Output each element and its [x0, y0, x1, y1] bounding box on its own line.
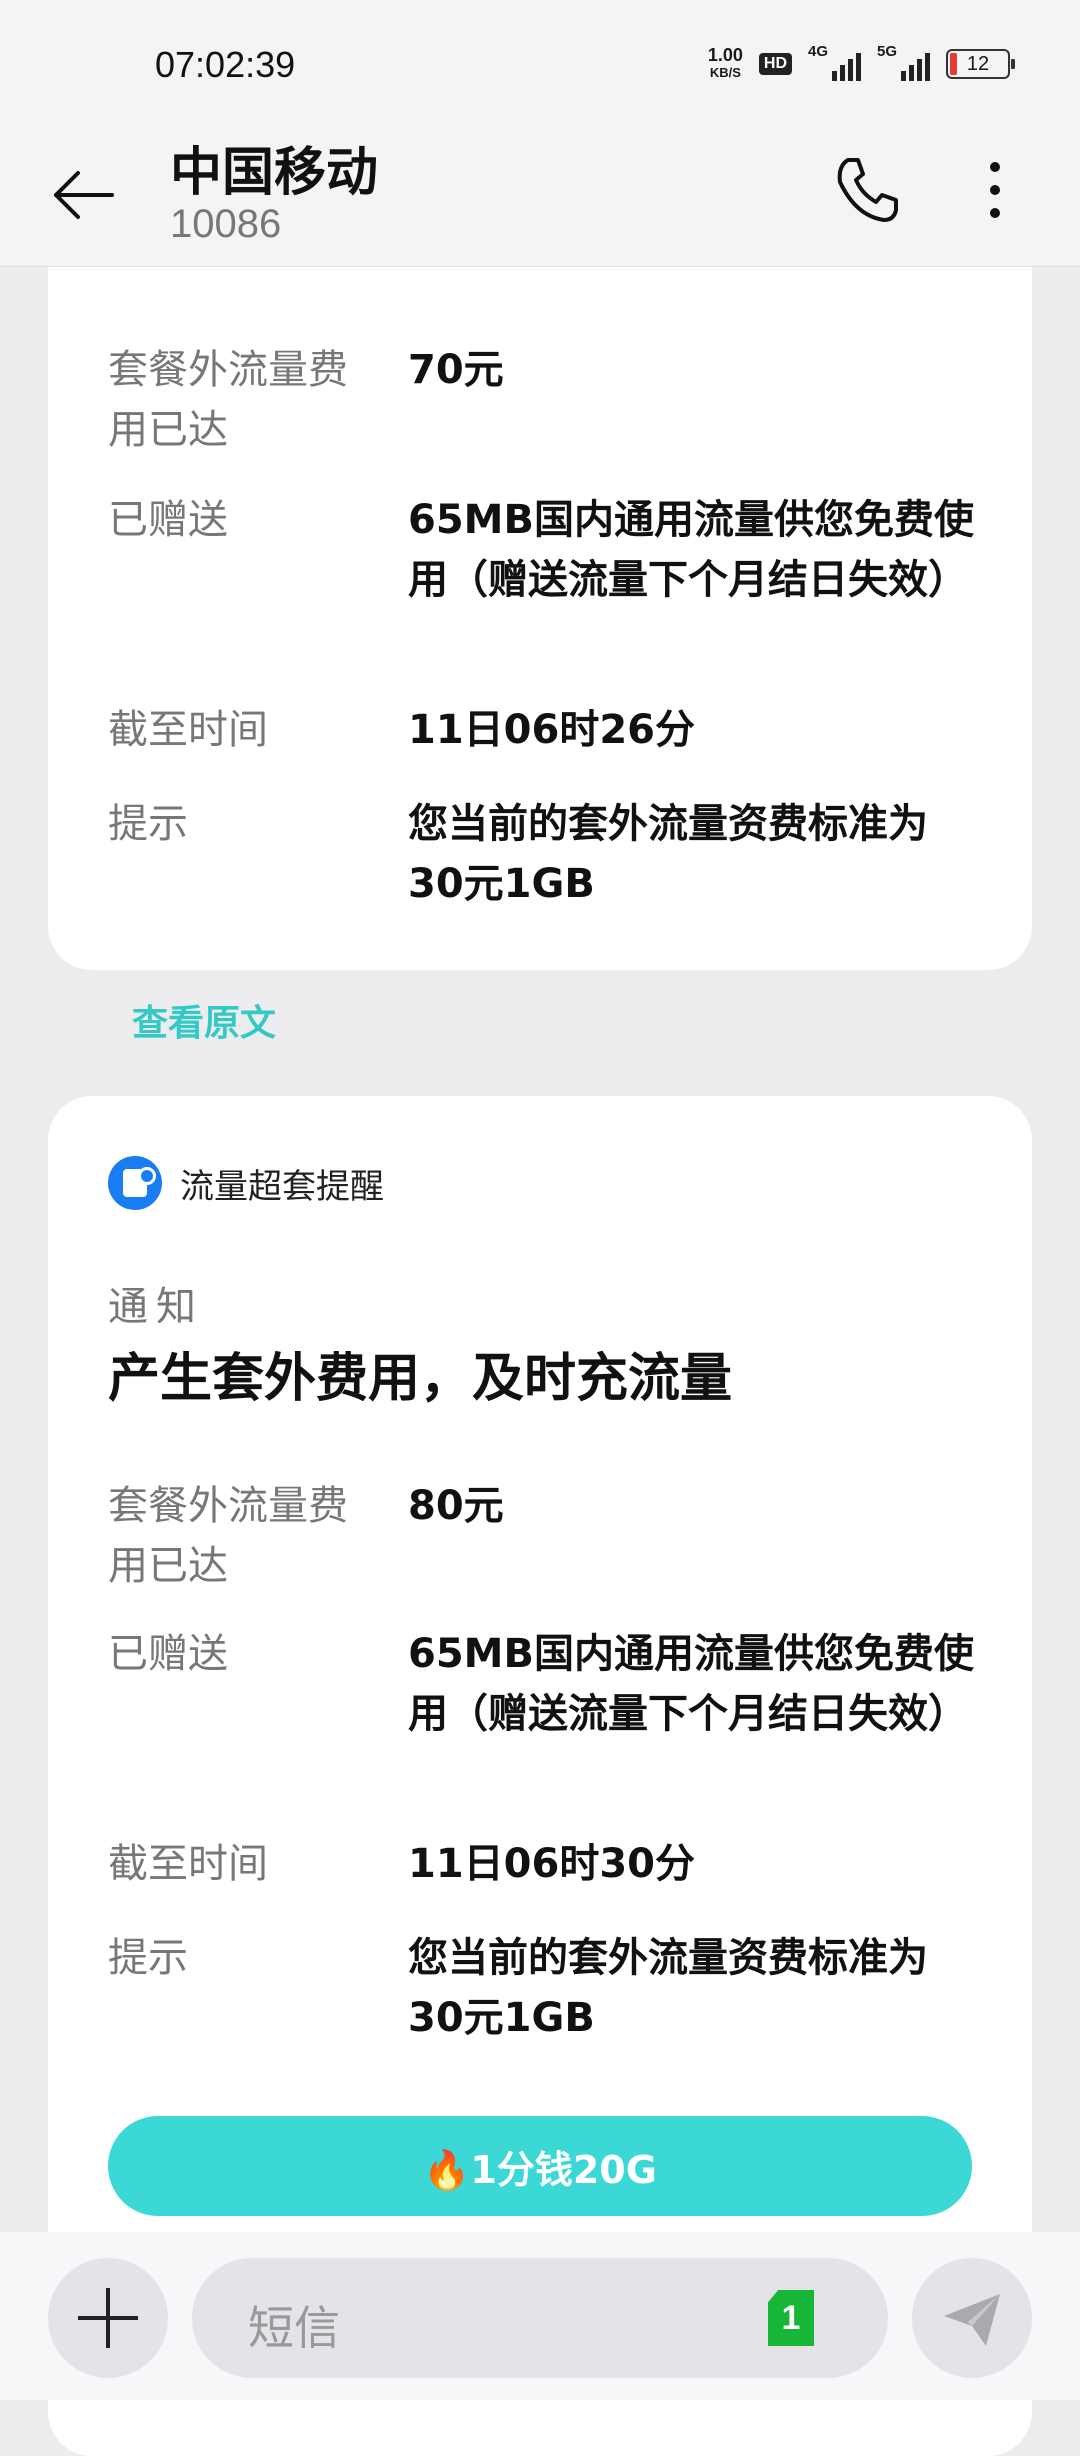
signal-5g-icon: 5G [877, 43, 930, 81]
plus-icon[interactable] [48, 2258, 168, 2378]
sms-input[interactable]: 短信 1 [192, 2258, 888, 2378]
notice-title: 产生套外费用，及时充流量 [108, 1349, 733, 1409]
recharge-button[interactable]: 🔥1分钱20G [108, 2116, 972, 2216]
view-original-link[interactable]: 查看原文 [132, 994, 276, 1046]
notice-label: 通知 [108, 1284, 204, 1330]
more-icon[interactable] [975, 155, 1015, 225]
network-speed: 1.00 KB/S [707, 45, 743, 80]
back-arrow-icon[interactable] [48, 160, 118, 230]
status-bar: 07:02:39 1.00 KB/S HD 4G 5G 12 [0, 0, 1080, 130]
notification-doc-icon [108, 1156, 162, 1210]
send-icon[interactable] [912, 2258, 1032, 2378]
message-card: 套餐外流量费用已达 70元 已赠送 65MB国内通用流量供您免费使用（赠送流量下… [48, 210, 1032, 970]
phone-icon[interactable] [830, 152, 906, 228]
contact-name: 中国移动 [170, 143, 379, 203]
status-icons: 1.00 KB/S HD 4G 5G 12 [707, 43, 1015, 84]
sim-card-icon[interactable]: 1 [768, 2290, 814, 2346]
message-tag: 流量超套提醒 [108, 1156, 384, 1210]
battery-icon: 12 [946, 49, 1015, 79]
message-composer: 短信 1 [0, 2232, 1080, 2400]
conversation-header: 中国移动 10086 [0, 130, 1080, 267]
hd-badge-icon: HD [758, 53, 792, 75]
contact-number: 10086 [170, 202, 282, 246]
clock: 07:02:39 [155, 44, 296, 85]
signal-4g-icon: 4G [808, 43, 861, 81]
